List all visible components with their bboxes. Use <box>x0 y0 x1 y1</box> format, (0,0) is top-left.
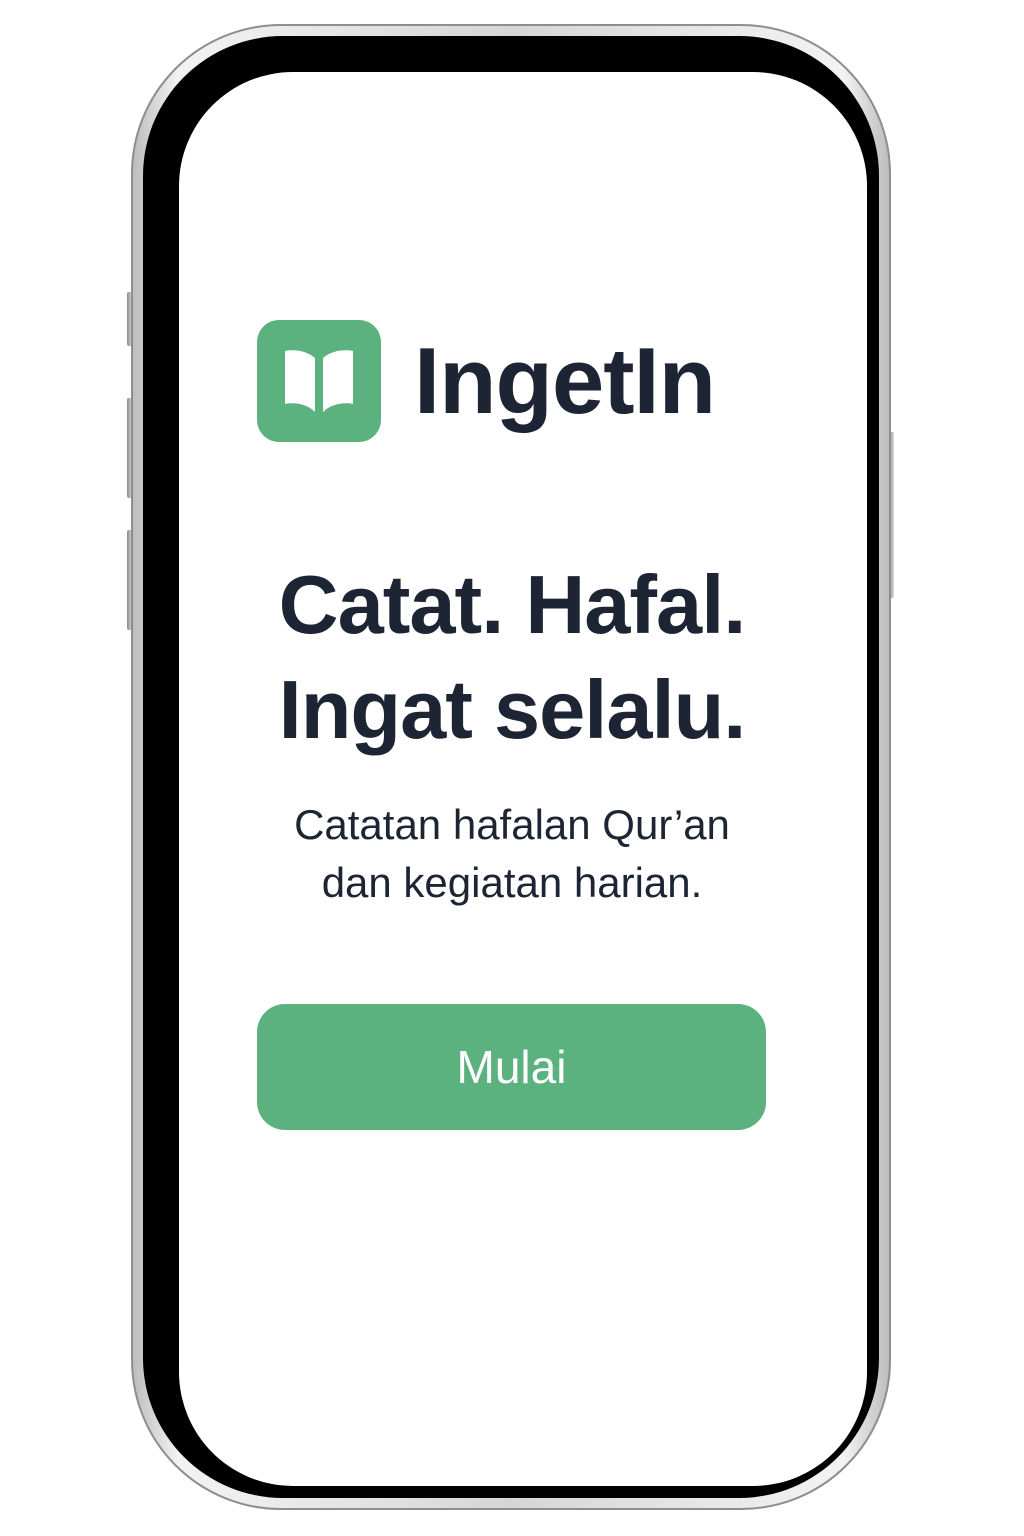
app-branding: IngetIn <box>257 320 777 442</box>
headline: Catat. Hafal. Ingat selalu. <box>180 552 844 762</box>
app-logo <box>257 320 381 442</box>
headline-line-2: Ingat selalu. <box>278 663 747 756</box>
phone-screen <box>179 72 867 1486</box>
phone-frame <box>131 24 891 1510</box>
stage: IngetIn Catat. Hafal. Ingat selalu. Cata… <box>0 0 1024 1536</box>
subtitle: Catatan hafalan Qur’an dan kegiatan hari… <box>220 796 804 912</box>
subtitle-line-2: dan kegiatan harian. <box>321 859 703 906</box>
headline-line-1: Catat. Hafal. <box>278 558 747 651</box>
start-button[interactable]: Mulai <box>257 1004 766 1130</box>
phone-bezel <box>143 36 879 1498</box>
app-name: IngetIn <box>414 328 716 433</box>
subtitle-line-1: Catatan hafalan Qur’an <box>294 801 730 848</box>
open-book-icon <box>285 350 353 412</box>
